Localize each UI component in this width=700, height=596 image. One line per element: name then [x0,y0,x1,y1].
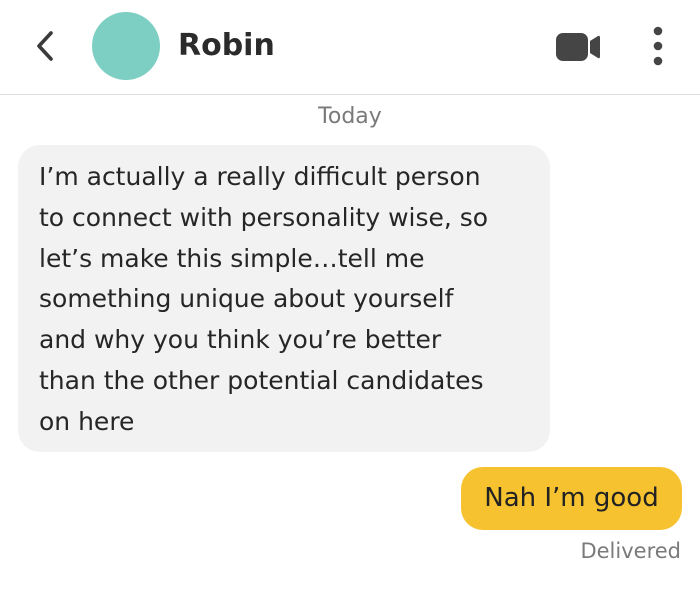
chevron-left-icon [37,31,53,61]
video-call-button[interactable] [552,30,604,64]
message-text-line: let’s make this simple…tell me [39,243,425,273]
message-text-line: and why you think you’re better [39,325,442,355]
delivery-status: Delivered [580,539,681,563]
chat-header: Robin [0,0,700,95]
chat-screen: Robin Today I’m actually a really diffic… [0,0,700,596]
back-button[interactable] [28,28,64,64]
message-text-line: I’m actually a really difficult person [39,162,481,191]
message-text-line: than the other potential candidates [39,365,484,395]
more-options-button[interactable] [644,24,672,70]
more-vertical-icon [653,26,663,66]
message-text-line: to connect with personality wise, so [39,202,489,232]
outgoing-message-bubble[interactable]: Nah I’m good [461,467,682,530]
contact-name[interactable]: Robin [178,26,275,66]
avatar[interactable] [92,12,160,80]
date-separator: Today [318,104,382,129]
incoming-message-bubble[interactable]: I’m actually a really difficult person t… [18,145,550,452]
video-camera-icon [556,33,600,61]
message-text-line: something unique about yourself [39,284,454,314]
message-text: Nah I’m good [484,483,659,513]
message-text-line: on here [39,406,135,436]
